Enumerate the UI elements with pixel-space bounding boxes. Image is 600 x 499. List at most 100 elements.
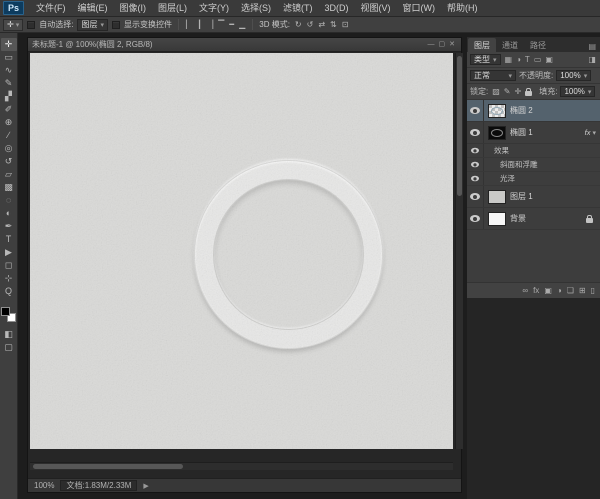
fill-dropdown[interactable]: 100% ▾ — [560, 86, 595, 97]
type-tool[interactable]: T — [1, 233, 17, 246]
horizontal-scroll-thumb[interactable] — [33, 464, 183, 469]
visibility-toggle[interactable] — [467, 158, 484, 171]
align-middle-icon[interactable]: ━ — [228, 20, 235, 29]
quick-selection-tool[interactable]: ✎ — [1, 77, 17, 90]
quick-mask-icon[interactable]: ◧ — [1, 328, 17, 341]
effect-row-bevel-emboss[interactable]: 斜面和浮雕 — [467, 158, 600, 172]
menu-item[interactable]: 编辑(E) — [72, 0, 114, 17]
auto-select-dropdown[interactable]: 图层 ▾ — [77, 19, 108, 31]
document-title-bar[interactable]: 未标题-1 @ 100%(椭圆 2, RGB/8) —▢✕ — [28, 38, 461, 52]
menu-item[interactable]: 图像(I) — [114, 0, 153, 17]
lock-transparent-icon[interactable]: ▨ — [491, 87, 501, 96]
effect-row-satin[interactable]: 光泽 — [467, 172, 600, 186]
adjustment-layer-icon[interactable]: ◑ — [557, 286, 562, 295]
align-left-icon[interactable]: ▏ — [185, 20, 193, 29]
menu-item[interactable]: 文字(Y) — [193, 0, 235, 17]
tab-channels[interactable]: 通道 — [496, 38, 524, 52]
menu-item[interactable]: 窗口(W) — [397, 0, 442, 17]
zoom-tool[interactable]: Q — [1, 285, 17, 298]
link-layers-icon[interactable]: ∞ — [522, 286, 528, 295]
tab-paths[interactable]: 路径 — [524, 38, 552, 52]
menu-item[interactable]: 3D(D) — [319, 0, 355, 17]
layer-thumbnail[interactable] — [488, 212, 506, 226]
menu-item[interactable]: 滤镜(T) — [277, 0, 319, 17]
layer-style-icon[interactable]: fx — [533, 286, 539, 295]
horizontal-scrollbar[interactable] — [30, 462, 453, 470]
menu-item[interactable]: 视图(V) — [355, 0, 397, 17]
lock-all-icon[interactable] — [525, 91, 532, 96]
filter-switch-icon[interactable]: ◨ — [587, 55, 597, 64]
vertical-scrollbar[interactable] — [455, 53, 463, 449]
align-top-icon[interactable]: ▔ — [217, 20, 225, 29]
menu-item[interactable]: 文件(F) — [30, 0, 72, 17]
align-right-icon[interactable]: ▕ — [206, 20, 214, 29]
menu-item[interactable]: 图层(L) — [152, 0, 193, 17]
shape-tool[interactable]: ◻ — [1, 259, 17, 272]
layer-row-background[interactable]: 背景 — [467, 208, 600, 230]
3d-roll-icon[interactable]: ↺ — [306, 20, 315, 29]
3d-rotate-icon[interactable]: ↻ — [294, 20, 303, 29]
visibility-toggle[interactable] — [467, 144, 484, 157]
gradient-tool[interactable]: ▩ — [1, 181, 17, 194]
blur-tool[interactable]: ◌ — [1, 194, 17, 207]
lasso-tool[interactable]: ∿ — [1, 64, 17, 77]
visibility-toggle[interactable] — [467, 100, 484, 121]
auto-select-checkbox[interactable] — [27, 21, 35, 29]
path-selection-tool[interactable]: ▶ — [1, 246, 17, 259]
filter-smart-objects-icon[interactable]: ▣ — [544, 55, 554, 64]
zoom-level-field[interactable]: 100% — [34, 481, 54, 490]
eyedropper-tool[interactable]: ✐ — [1, 103, 17, 116]
brush-tool[interactable]: ∕ — [1, 129, 17, 142]
new-group-icon[interactable]: ❏ — [567, 286, 574, 295]
clone-stamp-tool[interactable]: ◎ — [1, 142, 17, 155]
menu-item[interactable]: 帮助(H) — [441, 0, 484, 17]
new-layer-icon[interactable]: ⊞ — [579, 286, 586, 295]
tab-layers[interactable]: 图层 — [468, 38, 496, 52]
align-bottom-icon[interactable]: ▁ — [238, 20, 246, 29]
effects-header-row[interactable]: 效果 — [467, 144, 600, 158]
filter-kind-dropdown[interactable]: 类型 ▾ — [470, 54, 501, 65]
restore-button[interactable]: ▢ — [437, 38, 448, 52]
rectangular-marquee-tool[interactable]: ▭ — [1, 51, 17, 64]
visibility-toggle[interactable] — [467, 208, 484, 229]
visibility-toggle[interactable] — [467, 122, 484, 143]
panel-menu-icon[interactable]: ▤ — [584, 42, 600, 52]
layer-thumbnail[interactable] — [488, 104, 506, 118]
screen-mode-icon[interactable]: ▢ — [1, 341, 17, 354]
blend-mode-dropdown[interactable]: 正常 ▾ — [470, 70, 516, 81]
layer-row-ellipse-1[interactable]: 椭圆 1 fx ▾ — [467, 122, 600, 144]
hand-tool[interactable]: ⊹ — [1, 272, 17, 285]
close-button[interactable]: ✕ — [447, 38, 457, 52]
pen-tool[interactable]: ✒ — [1, 220, 17, 233]
align-center-h-icon[interactable]: ┃ — [196, 20, 203, 29]
3d-drag-icon[interactable]: ⇄ — [317, 20, 326, 29]
minimize-button[interactable]: — — [426, 38, 437, 52]
crop-tool[interactable]: ▞ — [1, 90, 17, 103]
opacity-dropdown[interactable]: 100% ▾ — [556, 70, 591, 81]
eraser-tool[interactable]: ▱ — [1, 168, 17, 181]
add-layer-mask-icon[interactable]: ▣ — [544, 286, 552, 295]
foreground-color-swatch[interactable] — [1, 307, 10, 316]
spot-healing-tool[interactable]: ⊕ — [1, 116, 17, 129]
layer-row-layer-1[interactable]: 图层 1 — [467, 186, 600, 208]
filter-pixel-layers-icon[interactable]: ▦ — [504, 55, 514, 64]
dodge-tool[interactable]: ◐ — [1, 207, 17, 220]
show-transform-checkbox[interactable] — [112, 21, 120, 29]
delete-layer-icon[interactable]: ▯ — [591, 286, 595, 295]
filter-shape-layers-icon[interactable]: ▭ — [533, 55, 543, 64]
move-tool[interactable]: ✛ — [1, 38, 17, 51]
canvas[interactable] — [30, 53, 453, 449]
collapse-effects-icon[interactable]: ▾ — [592, 129, 600, 137]
vertical-scroll-thumb[interactable] — [457, 56, 462, 196]
3d-scale-icon[interactable]: ⊡ — [341, 20, 350, 29]
visibility-toggle[interactable] — [467, 186, 484, 207]
layer-thumbnail[interactable] — [488, 126, 506, 140]
lock-pixels-icon[interactable]: ✎ — [503, 87, 512, 96]
filter-adjustment-layers-icon[interactable]: ◑ — [515, 55, 522, 64]
layer-thumbnail[interactable] — [488, 190, 506, 204]
status-options-arrow-icon[interactable]: ▶ — [143, 482, 148, 490]
tool-preset-picker[interactable]: ✛ ▾ — [3, 19, 23, 31]
filter-type-layers-icon[interactable]: T — [524, 55, 531, 64]
lock-position-icon[interactable]: ✛ — [514, 87, 523, 96]
layer-row-ellipse-2[interactable]: 椭圆 2 — [467, 100, 600, 122]
